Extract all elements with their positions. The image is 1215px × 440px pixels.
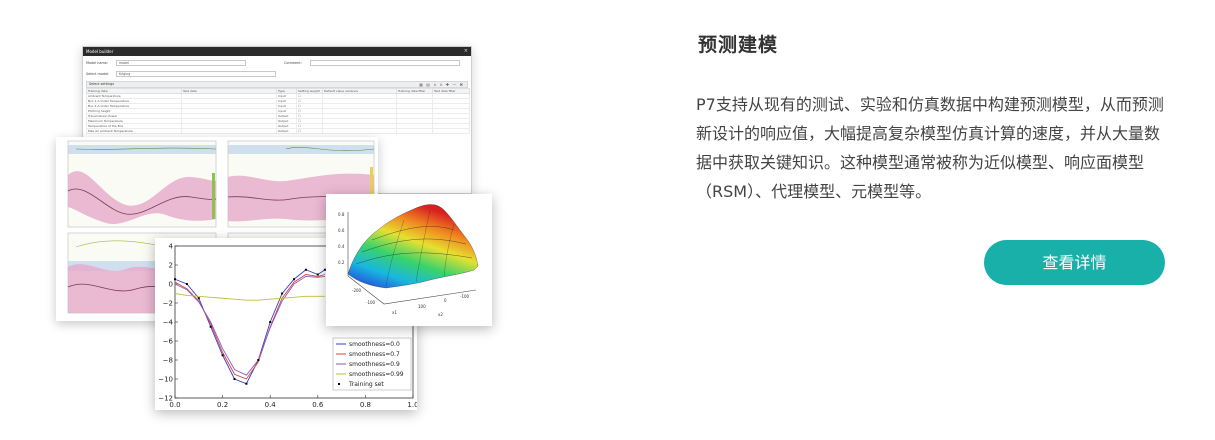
window-title: Model builder	[86, 49, 114, 54]
legend-label: smoothness=0.9	[349, 361, 400, 368]
y-tick-label: 4	[169, 243, 174, 251]
select-model-dropdown: Kriging	[116, 70, 276, 77]
subpanel-title: Select settings	[89, 82, 115, 86]
illustration-collage: Model builder × Model name: model Commen…	[0, 0, 620, 440]
svg-text:x2: x2	[438, 312, 443, 317]
legend-label: smoothness=0.99	[349, 371, 404, 378]
y-tick-label: −12	[158, 395, 173, 403]
y-tick-label: 2	[169, 262, 173, 270]
settings-subpanel: Select settings ▦ ▤ ∧ ∨ ✚ — ✖	[86, 81, 468, 88]
view-details-button[interactable]: 查看详情	[984, 240, 1165, 285]
training-point	[209, 325, 212, 328]
training-point	[257, 359, 260, 361]
svg-text:100: 100	[418, 304, 426, 309]
comment-label: Comment:	[284, 60, 302, 65]
svg-text:0.2: 0.2	[338, 260, 345, 265]
svg-text:-200: -200	[352, 288, 362, 293]
gp-plot-top-left	[67, 140, 217, 228]
select-model-label: Select model:	[86, 71, 110, 76]
x-tick-label: 0.6	[312, 401, 324, 409]
svg-text:0.4: 0.4	[338, 244, 345, 249]
y-tick-label: −6	[163, 338, 174, 346]
x-tick-label: 0.8	[360, 401, 371, 409]
model-name-field: model	[116, 59, 246, 66]
y-tick-label: −10	[158, 376, 173, 384]
legend-swatch	[338, 383, 340, 385]
legend-label: smoothness=0.0	[349, 341, 400, 348]
training-point	[233, 378, 236, 380]
training-point	[221, 354, 224, 357]
response-surface-3d: 0.8 0.6 0.4 0.2 -200 -100 x1 100 0 -100 x2	[338, 204, 479, 317]
training-point	[174, 278, 176, 281]
close-icon: ×	[463, 48, 468, 54]
toolbar-icons: ▦ ▤ ∧ ∨ ✚ — ✖	[419, 82, 464, 87]
x-tick-label: 0.2	[217, 401, 228, 409]
training-point	[281, 292, 284, 295]
table-cell: Max air Ambient Temperature	[86, 128, 182, 134]
training-point	[185, 283, 188, 285]
training-point	[316, 273, 319, 276]
legend-label: smoothness=0.7	[349, 351, 400, 358]
chart-legend: smoothness=0.0 smoothness=0.7 smoothness=0…	[332, 337, 412, 391]
training-point	[293, 278, 295, 281]
model-name-label: Model name:	[86, 60, 109, 65]
svg-text:0: 0	[444, 298, 447, 303]
y-tick-label: −8	[163, 357, 173, 365]
response-surface-card: 0.8 0.6 0.4 0.2 -200 -100 x1 100 0 -100 x2	[326, 194, 492, 326]
select-model-row: Select model: Kriging	[86, 69, 468, 78]
training-data-table: Training data Test data Type Setting wei…	[86, 88, 470, 134]
svg-text:-100: -100	[460, 294, 470, 299]
legend-label: Training set	[348, 381, 384, 388]
model-name-row: Model name: model Comment:	[86, 58, 468, 67]
y-tick-label: 0	[169, 281, 173, 289]
training-point	[269, 321, 272, 323]
table-row: Max air Ambient Temperature Output ☐	[86, 128, 470, 134]
table-header: Setting weight	[296, 88, 323, 94]
training-point	[245, 382, 248, 385]
surface-mesh	[347, 204, 479, 289]
x-tick-label: 1.0	[407, 401, 417, 409]
y-tick-label: −2	[163, 300, 173, 308]
svg-text:0.8: 0.8	[338, 212, 345, 217]
table-cell: Output	[276, 128, 297, 134]
section-title: 预测建模	[698, 34, 779, 56]
y-tick-label: −4	[163, 319, 174, 327]
svg-text:-100: -100	[366, 300, 376, 305]
x-tick-label: 0.4	[265, 401, 277, 409]
comment-field	[310, 59, 460, 66]
window-titlebar: Model builder ×	[83, 47, 471, 56]
svg-text:x1: x1	[392, 310, 397, 315]
training-point	[197, 297, 200, 300]
svg-text:0.6: 0.6	[338, 228, 345, 233]
training-point	[304, 268, 307, 271]
section-description: P7支持从现有的测试、实验和仿真数据中构建预测模型，从而预测新设计的响应值，大幅…	[696, 95, 1164, 201]
